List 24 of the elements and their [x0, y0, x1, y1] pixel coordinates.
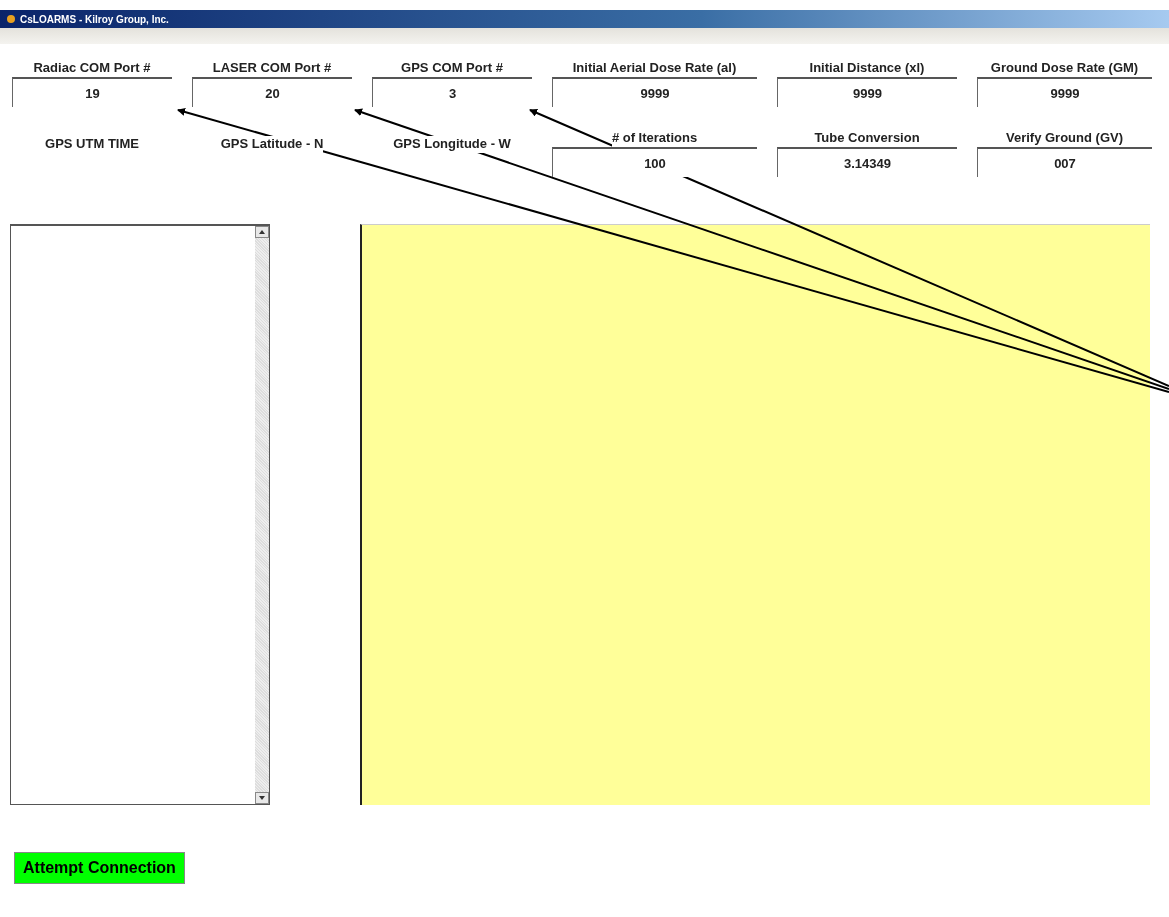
input-field[interactable]: 9999: [552, 77, 757, 107]
field-label: # of Iterations: [611, 130, 698, 147]
gps-label: GPS Longitude - W: [393, 136, 511, 153]
app-icon: [6, 14, 16, 24]
field-label: Ground Dose Rate (GM): [990, 60, 1139, 77]
scroll-down-button[interactable]: [255, 792, 269, 804]
scrollbar[interactable]: [255, 226, 269, 804]
field-label: Initial Distance (xl): [809, 60, 925, 77]
down-arrow-icon: [259, 796, 265, 800]
input-field[interactable]: 100: [552, 147, 757, 177]
input-field[interactable]: 9999: [977, 77, 1152, 107]
attempt-connection-button[interactable]: Attempt Connection: [14, 852, 185, 884]
input-field[interactable]: 20: [192, 77, 352, 107]
input-field[interactable]: 19: [12, 77, 172, 107]
field-label: Initial Aerial Dose Rate (al): [572, 60, 737, 77]
input-field[interactable]: 9999: [777, 77, 957, 107]
input-field[interactable]: 3.14349: [777, 147, 957, 177]
input-field[interactable]: 007: [977, 147, 1152, 177]
input-field[interactable]: 3: [372, 77, 532, 107]
scroll-up-button[interactable]: [255, 226, 269, 238]
up-arrow-icon: [259, 230, 265, 234]
field-label: Verify Ground (GV): [1006, 130, 1123, 147]
window-title: CsLOARMS - Kilroy Group, Inc.: [20, 13, 169, 25]
gps-label: GPS Latitude - N: [220, 136, 324, 153]
